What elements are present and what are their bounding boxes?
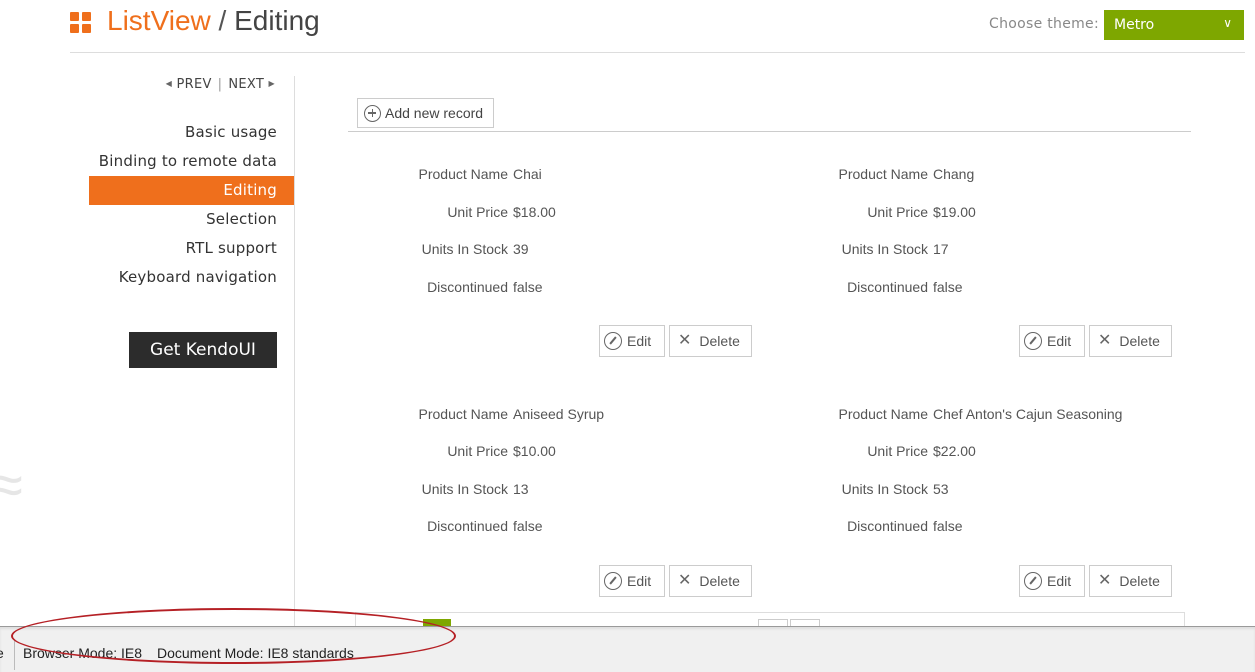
field-label-units-in-stock: Units In Stock bbox=[841, 481, 928, 497]
watermark-icon: ≈ bbox=[0, 451, 23, 518]
field-label-product-name: Product Name bbox=[838, 166, 928, 182]
edit-label: Edit bbox=[627, 333, 652, 349]
unit-price-value: $10.00 bbox=[513, 443, 556, 459]
product-name-value: Chang bbox=[933, 166, 975, 182]
edit-button[interactable]: Edit bbox=[1019, 565, 1085, 597]
add-new-record-button[interactable]: Add new record bbox=[357, 98, 495, 128]
prev-arrow-icon: ◀ bbox=[165, 79, 173, 88]
units-in-stock-value: 53 bbox=[933, 481, 949, 497]
edit-button[interactable]: Edit bbox=[599, 325, 665, 357]
units-in-stock-value: 39 bbox=[513, 241, 529, 257]
status-bar-edge-text: e bbox=[0, 645, 4, 661]
field-label-discontinued: Discontinued bbox=[847, 518, 928, 534]
kendo-logo-icon bbox=[70, 12, 92, 34]
product-name-value: Chai bbox=[513, 166, 542, 182]
add-circle-icon bbox=[364, 104, 381, 122]
field-label-product-name: Product Name bbox=[418, 406, 508, 422]
discontinued-value: false bbox=[933, 518, 963, 534]
discontinued-value: false bbox=[933, 279, 963, 295]
sidebar-item-editing[interactable]: Editing bbox=[88, 176, 294, 205]
field-label-product-name: Product Name bbox=[418, 166, 508, 182]
field-label-unit-price: Unit Price bbox=[867, 204, 928, 220]
get-kendoui-button[interactable]: Get KendoUI bbox=[129, 332, 277, 368]
title-separator: / bbox=[218, 5, 227, 36]
close-icon: ✕ bbox=[1098, 332, 1112, 349]
delete-label: Delete bbox=[1119, 333, 1160, 349]
status-bar-separator bbox=[14, 640, 15, 670]
edit-label: Edit bbox=[1047, 333, 1072, 349]
prev-link[interactable]: PREV bbox=[176, 77, 211, 92]
delete-button[interactable]: ✕ Delete bbox=[669, 565, 752, 597]
discontinued-value: false bbox=[513, 279, 543, 295]
field-label-units-in-stock: Units In Stock bbox=[421, 481, 508, 497]
edit-icon bbox=[604, 572, 622, 590]
edit-label: Edit bbox=[627, 573, 652, 589]
close-icon: ✕ bbox=[1098, 572, 1112, 589]
product-name-value: Aniseed Syrup bbox=[513, 406, 605, 422]
delete-label: Delete bbox=[1119, 573, 1160, 589]
add-new-record-label: Add new record bbox=[385, 105, 484, 121]
field-label-discontinued: Discontinued bbox=[847, 279, 928, 295]
pager-separator: | bbox=[217, 77, 223, 92]
delete-button[interactable]: ✕ Delete bbox=[669, 325, 752, 357]
example-pager: ◀ PREV | NEXT ▶ bbox=[166, 77, 275, 92]
field-label-unit-price: Unit Price bbox=[447, 204, 508, 220]
field-label-product-name: Product Name bbox=[838, 406, 928, 422]
chevron-down-icon: ∨ bbox=[1223, 16, 1232, 30]
sidebar-item-keyboard-navigation[interactable]: Keyboard navigation bbox=[89, 263, 277, 292]
page-title: ListView / Editing bbox=[107, 5, 320, 37]
theme-dropdown-value: Metro bbox=[1114, 17, 1155, 33]
field-label-units-in-stock: Units In Stock bbox=[421, 241, 508, 257]
listview-toolbar: Add new record bbox=[348, 88, 1191, 132]
edit-button[interactable]: Edit bbox=[1019, 325, 1085, 357]
delete-label: Delete bbox=[699, 333, 740, 349]
unit-price-value: $18.00 bbox=[513, 204, 556, 220]
units-in-stock-value: 13 bbox=[513, 481, 529, 497]
unit-price-value: $22.00 bbox=[933, 443, 976, 459]
product-name-value: Chef Anton's Cajun Seasoning bbox=[933, 406, 1123, 422]
edit-label: Edit bbox=[1047, 573, 1072, 589]
list-item: Product Name Aniseed Syrup Unit Price $10.… bbox=[353, 390, 752, 620]
delete-button[interactable]: ✕ Delete bbox=[1089, 325, 1172, 357]
edit-icon bbox=[1024, 572, 1042, 590]
sidebar-divider bbox=[294, 76, 295, 636]
discontinued-value: false bbox=[513, 518, 543, 534]
next-arrow-icon: ▶ bbox=[268, 79, 275, 88]
field-label-discontinued: Discontinued bbox=[427, 518, 508, 534]
field-label-unit-price: Unit Price bbox=[447, 443, 508, 459]
list-item: Product Name Chef Anton's Cajun Seasoning… bbox=[773, 390, 1172, 620]
unit-price-value: $19.00 bbox=[933, 204, 976, 220]
field-label-units-in-stock: Units In Stock bbox=[841, 241, 928, 257]
field-label-discontinued: Discontinued bbox=[427, 279, 508, 295]
list-item: Product Name Chai Unit Price $18.00 Units … bbox=[353, 150, 752, 380]
edit-icon bbox=[1024, 332, 1042, 350]
units-in-stock-value: 17 bbox=[933, 241, 949, 257]
delete-label: Delete bbox=[699, 573, 740, 589]
header-divider bbox=[70, 52, 1245, 53]
sidebar-item-binding-remote-data[interactable]: Binding to remote data bbox=[89, 147, 277, 176]
list-item: Product Name Chang Unit Price $19.00 Units… bbox=[773, 150, 1172, 380]
sidebar-item-selection[interactable]: Selection bbox=[89, 205, 277, 234]
title-page: Editing bbox=[234, 5, 320, 36]
sidebar-item-rtl-support[interactable]: RTL support bbox=[89, 234, 277, 263]
close-icon: ✕ bbox=[678, 332, 692, 349]
field-label-unit-price: Unit Price bbox=[867, 443, 928, 459]
annotation-ellipse bbox=[11, 608, 456, 664]
theme-label: Choose theme: bbox=[989, 16, 1099, 32]
edit-button[interactable]: Edit bbox=[599, 565, 665, 597]
sidebar-nav: Basic usage Binding to remote data Editi… bbox=[88, 118, 294, 292]
sidebar-item-basic-usage[interactable]: Basic usage bbox=[89, 118, 277, 147]
title-widget: ListView bbox=[107, 5, 211, 36]
next-link[interactable]: NEXT bbox=[228, 77, 264, 92]
delete-button[interactable]: ✕ Delete bbox=[1089, 565, 1172, 597]
edit-icon bbox=[604, 332, 622, 350]
theme-dropdown[interactable]: Metro ∨ bbox=[1104, 10, 1244, 40]
close-icon: ✕ bbox=[678, 572, 692, 589]
